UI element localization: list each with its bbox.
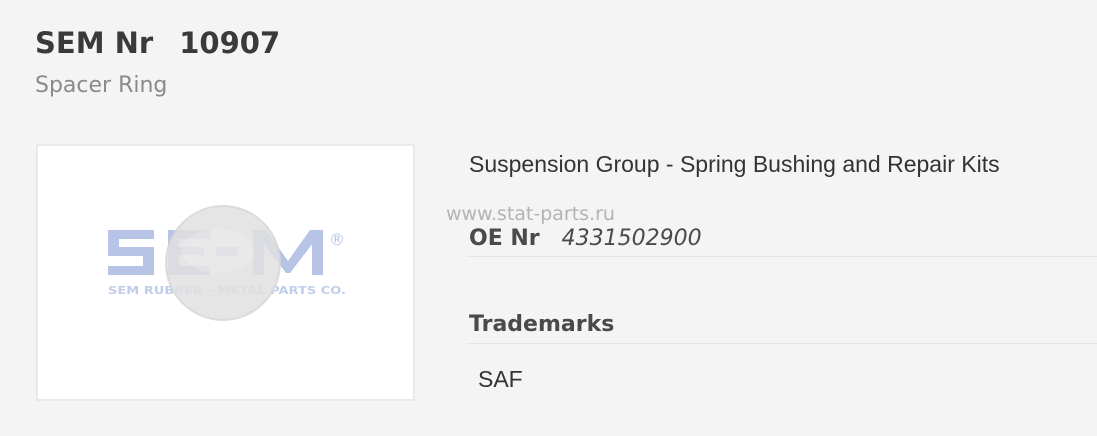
product-photo: ® SEM RUBBER - METAL PARTS CO. — [108, 205, 346, 321]
product-image[interactable]: ® SEM RUBBER - METAL PARTS CO. — [36, 144, 415, 401]
oe-number[interactable]: 4331502900 — [562, 226, 702, 251]
oe-label: OE Nr — [469, 226, 540, 251]
sem-nr-label: SEM Nr — [35, 26, 154, 60]
divider — [466, 343, 1097, 344]
product-name: Spacer Ring — [35, 73, 168, 98]
product-page: SEM Nr 10907 Spacer Ring ® SEM PARTS CO.… — [0, 0, 1097, 436]
oe-row: OE Nr 4331502900 — [469, 226, 702, 251]
trademark-item: SAF — [478, 366, 523, 392]
divider — [466, 256, 1097, 257]
sem-nr-value: 10907 — [179, 26, 281, 60]
page-title: SEM Nr 10907 — [35, 26, 280, 60]
registered-mark: ® — [329, 230, 345, 249]
product-group: Suspension Group - Spring Bushing and Re… — [469, 151, 1000, 177]
trademarks-heading: Trademarks — [469, 312, 615, 337]
watermark-text: www.stat-parts.ru — [446, 203, 615, 225]
